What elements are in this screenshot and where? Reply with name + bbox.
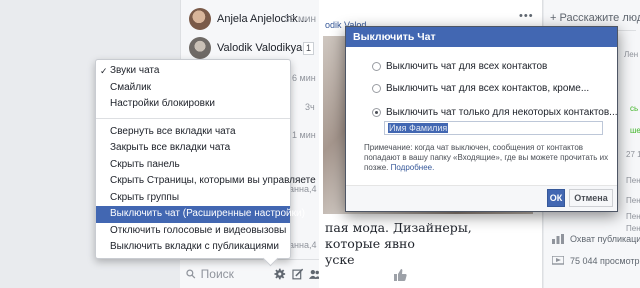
menu-item-disable-calls[interactable]: Отключить голосовые и видеовызовы — [96, 223, 290, 240]
post-headline-line: пая мода. Дизайнеры, которые явно — [325, 220, 472, 251]
option-label: Выключить чат для всех контактов, кроме.… — [386, 83, 590, 94]
contact-time: 3ч — [305, 102, 315, 112]
sidebar-fragment: 27 1 — [626, 150, 640, 159]
sidebar-fragment: Пенс — [626, 224, 640, 233]
menu-item-turn-off-chat-advanced[interactable]: Выключить чат (Расширенные настройки) — [96, 206, 305, 223]
post-headline-line: уске — [325, 252, 355, 267]
menu-item-chat-sounds[interactable]: ✓ Звуки чата — [96, 63, 290, 80]
post-headline[interactable]: пая мода. Дизайнеры, которые явно уске — [325, 220, 530, 268]
left-screenshot-panel: Anjela Anjelochk... 32 мин Valodik Valod… — [0, 0, 321, 288]
sidebar-fragment: Пенс — [626, 196, 640, 205]
contact-name: Valodik Valodikyan — [217, 42, 309, 54]
chat-settings-menu: ✓ Звуки чата Смайлик Настройки блокировк… — [95, 59, 316, 259]
sidebar-fragment: Лен — [624, 50, 639, 59]
radio-button[interactable] — [372, 84, 381, 93]
option-label: Выключить чат только для некоторых конта… — [386, 107, 618, 118]
views-count: 75 044 просмотри — [570, 256, 640, 266]
post-reach-label: Охват публикации — [570, 234, 640, 244]
contact-time: 32 мин — [284, 13, 316, 25]
input-value: Имя Фамилия — [388, 123, 449, 133]
like-icon[interactable] — [393, 268, 407, 282]
dialog-note: Примечание: когда чат выключен, сообщени… — [364, 143, 609, 173]
people-icon[interactable] — [309, 268, 321, 280]
unread-badge: 1 — [302, 41, 314, 55]
sidebar-fragment: Пенс — [626, 176, 640, 185]
contact-row[interactable]: Valodik Valodikyan 1 — [189, 35, 319, 61]
option-turn-off-all-except[interactable]: Выключить чат для всех контактов, кроме.… — [372, 83, 589, 94]
search-icon — [186, 269, 196, 279]
contact-time: 1 мин — [292, 130, 316, 140]
dialog-footer: ОК Отмена — [346, 185, 617, 211]
right-screenshot-panel: odik Valod ••• пая мода. Дизайнеры, кото… — [323, 0, 640, 288]
cancel-button[interactable]: Отмена — [569, 189, 613, 207]
compose-icon[interactable] — [292, 268, 304, 280]
contact-name-input[interactable]: Имя Фамилия — [384, 121, 603, 135]
avatar — [189, 8, 211, 30]
menu-divider — [96, 117, 290, 119]
menu-item-label: Звуки чата — [110, 65, 160, 76]
menu-item-minimize-tabs[interactable]: Свернуть все вкладки чата — [96, 124, 290, 141]
option-label: Выключить чат для всех контактов — [386, 61, 548, 72]
option-turn-off-some[interactable]: Выключить чат только для некоторых конта… — [372, 107, 618, 118]
contact-time: 6 мин — [292, 73, 316, 83]
menu-item-emoji[interactable]: Смайлик — [96, 80, 290, 97]
menu-item-hide-groups[interactable]: Скрыть группы — [96, 190, 290, 207]
option-turn-off-all[interactable]: Выключить чат для всех контактов — [372, 61, 547, 72]
chat-search-bar: Поиск — [180, 259, 321, 288]
turn-off-chat-dialog: Выключить Чат Выключить чат для всех кон… — [345, 26, 618, 212]
post-options-icon[interactable]: ••• — [519, 10, 534, 22]
gear-icon[interactable] — [274, 268, 286, 280]
check-icon: ✓ — [100, 66, 108, 76]
contact-fragment: анна,4 — [289, 240, 317, 250]
learn-more-link[interactable]: Подробнее. — [391, 163, 435, 172]
menu-item-close-tabs[interactable]: Закрыть все вкладки чата — [96, 140, 290, 157]
tell-friends-link[interactable]: + Расскажите людям — [550, 12, 640, 24]
menu-item-hide-pages[interactable]: Скрыть Страницы, которыми вы управляете — [96, 173, 316, 190]
sidebar-fragment: Пенс — [626, 212, 640, 221]
radio-button-selected[interactable] — [372, 108, 381, 117]
avatar — [189, 37, 211, 59]
views-icon — [552, 256, 564, 265]
menu-item-block-settings[interactable]: Настройки блокировки — [96, 96, 290, 113]
dialog-title: Выключить Чат — [346, 27, 617, 47]
reach-icon — [552, 234, 564, 244]
radio-button[interactable] — [372, 62, 381, 71]
menu-item-hide-sidebar[interactable]: Скрыть панель — [96, 157, 290, 174]
sidebar-fragment: ше — [630, 126, 640, 135]
search-input[interactable]: Поиск — [201, 267, 269, 281]
sidebar-fragment: сь — [630, 104, 639, 113]
contact-row[interactable]: Anjela Anjelochk... 32 мин — [189, 6, 319, 32]
menu-item-disable-post-tabs[interactable]: Выключить вкладки с публикациями — [96, 239, 290, 256]
ok-button[interactable]: ОК — [547, 189, 565, 207]
